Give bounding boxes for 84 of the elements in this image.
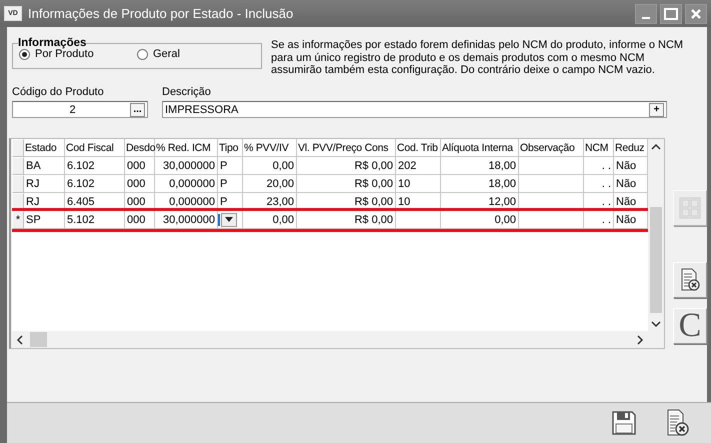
radio-label: Por Produto [35,48,94,60]
table-cell: 0,000000 [155,175,218,193]
table-cell: 6.102 [65,157,125,175]
minimize-icon [642,16,650,18]
table-cell: 18,00 [441,175,519,193]
close-button[interactable] [685,4,707,24]
table-cell: SP [24,211,65,229]
table-cell: R$ 0,00 [297,175,396,193]
table-cell: P [218,175,243,193]
description-field[interactable]: IMPRESSORA + [162,101,667,118]
table-cell: P [218,157,243,175]
table-cell: 20,00 [243,175,297,193]
code-field[interactable]: 2 ... [12,101,148,118]
table-cell: 30,000000 [155,157,218,175]
field-label: Descrição [162,86,212,100]
column-header[interactable]: Cod Fiscal [65,139,125,157]
radio-button[interactable] [19,48,30,60]
table-cell [519,211,584,229]
column-header[interactable]: NCM [584,139,614,157]
table-cell: 000 [125,193,155,211]
column-header[interactable]: Estado [24,139,65,157]
table-cell: R$ 0,00 [297,211,396,229]
table-cell: 000 [125,211,155,229]
column-header[interactable]: Tipo [218,139,243,157]
window-title: Informações de Produto por Estado - Inclusão [28,6,294,21]
delete-button[interactable] [673,262,707,298]
caret-icon [225,217,233,222]
maximize-icon [664,8,678,20]
clear-button[interactable]: C [673,308,707,344]
table-cell: 0,00 [441,211,519,229]
table-cell: 000 [125,175,155,193]
column-header[interactable]: Alíquota Interna [441,139,519,157]
table-cell: 10 [396,193,441,211]
save-icon [611,410,637,436]
column-header[interactable]: % PVV/IV [243,139,297,157]
table-cell: 000 [125,157,155,175]
table-cell: R$ 0,00 [297,193,396,211]
field-label: Código do Produto [12,86,105,100]
table-cell: R$ 0,00 [297,157,396,175]
group-title: Informações [18,37,86,49]
browse-button[interactable]: ... [130,102,145,116]
minimize-button[interactable] [635,4,657,24]
grid-icon [679,197,701,219]
table-cell: . . [584,211,614,229]
radio-button[interactable] [137,48,148,60]
table-cell: P [218,193,243,211]
table-cell: RJ [24,175,65,193]
radio-label: Geral [153,48,180,60]
table-cell: 0,00 [243,211,297,229]
column-header[interactable]: Observação [519,139,584,157]
table-cell: 202 [396,157,441,175]
cancel-button[interactable] [665,409,689,437]
table-cell: 23,00 [243,193,297,211]
table-cell [519,157,584,175]
row-header[interactable]: * [12,211,24,229]
table-cell: 0,00 [243,157,297,175]
maximize-button[interactable] [660,4,682,24]
table-cell [396,211,441,229]
table-cell: 0,000000 [155,193,218,211]
scrollbar-thumb[interactable] [30,332,47,347]
table-cell: . . [584,175,614,193]
table-cell: 18,00 [441,157,519,175]
table-cell: 10 [396,175,441,193]
table-cell [519,175,584,193]
column-header[interactable]: Vl. PVV/Preço Cons [297,139,396,157]
column-header[interactable]: % Red. ICM [155,139,218,157]
table-cell: . . [584,157,614,175]
document-delete-icon [679,268,701,292]
document-cancel-icon [665,409,689,437]
scrollbar-thumb[interactable] [650,207,662,313]
type-dropdown[interactable] [218,211,243,229]
table-cell: BA [24,157,65,175]
table-cell: RJ [24,193,65,211]
add-button[interactable]: + [649,102,664,116]
table-cell: 5.102 [65,211,125,229]
hint-text: Se as informações por estado forem definidas pelo NCM do produto, informe o NCM para um único registro de produto e os demais produtos com o mesmo NCM assumirão também esta configuração. Do contrário deixe o campo NCM vazio. [271,39,684,77]
table-cell: 6.405 [65,193,125,211]
column-header[interactable]: Desdo [125,139,155,157]
close-icon [690,8,702,20]
save-button[interactable] [611,410,637,436]
table-cell: 6.102 [65,175,125,193]
table-cell: 12,00 [441,193,519,211]
table-cell: . . [584,193,614,211]
column-header[interactable]: Cod. Trib [396,139,441,157]
